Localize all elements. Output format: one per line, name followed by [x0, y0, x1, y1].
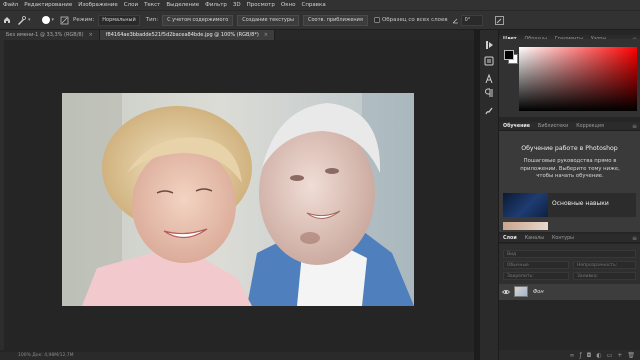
- learn-panel-tabs: Обучение Библиотеки Коррекция ≡: [499, 122, 640, 131]
- blend-mode-select[interactable]: Обычные: [503, 261, 569, 269]
- menu-window[interactable]: Окно: [278, 2, 299, 8]
- folder-icon[interactable]: ▭: [607, 352, 613, 359]
- menu-help[interactable]: Справка: [298, 2, 328, 8]
- panel-menu-icon[interactable]: ≡: [632, 235, 637, 242]
- pressure-size-icon[interactable]: [494, 15, 504, 25]
- mask-icon[interactable]: ◘: [587, 352, 592, 359]
- menu-3d[interactable]: 3D: [230, 2, 244, 8]
- menu-edit[interactable]: Редактирование: [21, 2, 75, 8]
- document-tab[interactable]: Без имени-1 @ 33,3% (RGB/8) ×: [0, 30, 100, 40]
- sample-all-layers-label: Образец со всех слоев: [381, 17, 448, 23]
- panel-menu-icon[interactable]: ≡: [632, 123, 637, 130]
- learn-topic-thumbnail-2[interactable]: [503, 222, 548, 230]
- document-tab-bar: Без имени-1 @ 33,3% (RGB/8) × f84164ae3bb…: [0, 30, 474, 40]
- new-layer-icon[interactable]: +: [617, 352, 622, 359]
- menu-image[interactable]: Изображение: [75, 2, 121, 8]
- document-tab-active[interactable]: f84164ae3bbadde521f5d2bacea84bde.jpg @ 1…: [99, 30, 275, 40]
- angle-icon: [452, 17, 459, 24]
- learn-title: Обучение работе в Photoshop: [521, 145, 618, 152]
- brush-settings-icon[interactable]: [60, 16, 69, 25]
- menu-type[interactable]: Текст: [141, 2, 163, 8]
- close-icon[interactable]: ×: [89, 32, 93, 38]
- history-panel-icon[interactable]: [483, 40, 495, 52]
- layer-kind-filter[interactable]: Вид: [503, 250, 636, 258]
- spot-healing-brush-tool-icon[interactable]: [17, 15, 26, 25]
- menu-select[interactable]: Выделение: [163, 2, 202, 8]
- home-icon[interactable]: [3, 16, 11, 24]
- type-label: Тип:: [145, 17, 159, 23]
- learn-topic-thumbnail: [503, 193, 548, 217]
- tab-adjustments[interactable]: Коррекция: [572, 124, 608, 129]
- properties-panel-icon[interactable]: [483, 56, 495, 68]
- brush-preview-icon[interactable]: [41, 15, 51, 25]
- fill-field[interactable]: Заливка:: [573, 272, 636, 280]
- angle-input[interactable]: 0°: [460, 14, 483, 26]
- close-icon[interactable]: ×: [264, 32, 268, 38]
- tab-learn[interactable]: Обучение: [499, 124, 534, 129]
- layers-panel-tabs: Слои Каналы Контуры ≡: [499, 234, 640, 243]
- layer-name[interactable]: Фон: [533, 289, 544, 295]
- brush-picker-dropdown-icon[interactable]: ▾: [52, 17, 55, 23]
- menu-filter[interactable]: Фильтр: [202, 2, 230, 8]
- options-bar: ▾ ▾ Режим: Нормальный Тип: С учетом соде…: [0, 10, 640, 30]
- menu-bar: Файл Редактирование Изображение Слои Тек…: [0, 0, 640, 10]
- sample-all-layers-checkbox[interactable]: [374, 16, 380, 24]
- paragraph-panel-icon[interactable]: [483, 88, 495, 100]
- adjustment-icon[interactable]: ◐: [596, 352, 601, 359]
- mode-label: Режим:: [73, 17, 95, 23]
- tab-paths[interactable]: Контуры: [548, 236, 578, 241]
- link-icon[interactable]: ∞: [570, 352, 575, 359]
- panel-icon-strip: [480, 30, 499, 360]
- lock-controls[interactable]: Закрепить:: [503, 272, 569, 280]
- opacity-field[interactable]: Непрозрачность:: [573, 261, 636, 269]
- brush-panel-icon[interactable]: [483, 106, 495, 118]
- tab-channels[interactable]: Каналы: [521, 236, 548, 241]
- status-bar: 100% Док: 4,98M/12,7M: [0, 352, 474, 360]
- create-texture-button[interactable]: Создание текстуры: [237, 14, 299, 26]
- document-image[interactable]: [62, 93, 414, 306]
- character-panel-icon[interactable]: [483, 73, 495, 86]
- menu-view[interactable]: Просмотр: [244, 2, 278, 8]
- tool-preset-dropdown-icon[interactable]: ▾: [28, 17, 31, 23]
- foreground-color-swatch[interactable]: [504, 50, 514, 60]
- menu-layer[interactable]: Слои: [121, 2, 141, 8]
- learn-description: Пошаговые руководства прямо в приложении…: [520, 158, 620, 179]
- eye-icon[interactable]: [501, 288, 511, 296]
- mode-select[interactable]: Нормальный: [98, 14, 140, 26]
- layer-thumbnail: [514, 286, 528, 297]
- layers-controls: Вид Обычные Непрозрачность: Закрепить: З…: [499, 244, 640, 284]
- color-picker-field[interactable]: [519, 47, 637, 111]
- menu-file[interactable]: Файл: [0, 2, 21, 8]
- content-aware-button[interactable]: С учетом содержимого: [162, 14, 234, 26]
- photo-couple-illustration: [62, 93, 414, 306]
- fx-icon[interactable]: ƒ: [580, 352, 582, 359]
- trash-icon[interactable]: 🗑: [627, 352, 635, 359]
- proximity-match-button[interactable]: Соотв. приближения: [302, 14, 368, 26]
- tab-libraries[interactable]: Библиотеки: [534, 124, 572, 129]
- document-tab-label: Без имени-1 @ 33,3% (RGB/8): [6, 32, 84, 38]
- document-tab-label: f84164ae3bbadde521f5d2bacea84bde.jpg @ 1…: [105, 32, 259, 38]
- layers-footer: ∞ ƒ ◘ ◐ ▭ + 🗑: [499, 350, 640, 360]
- tab-layers[interactable]: Слои: [499, 236, 521, 241]
- learn-topic-label[interactable]: Основные навыки: [552, 200, 609, 207]
